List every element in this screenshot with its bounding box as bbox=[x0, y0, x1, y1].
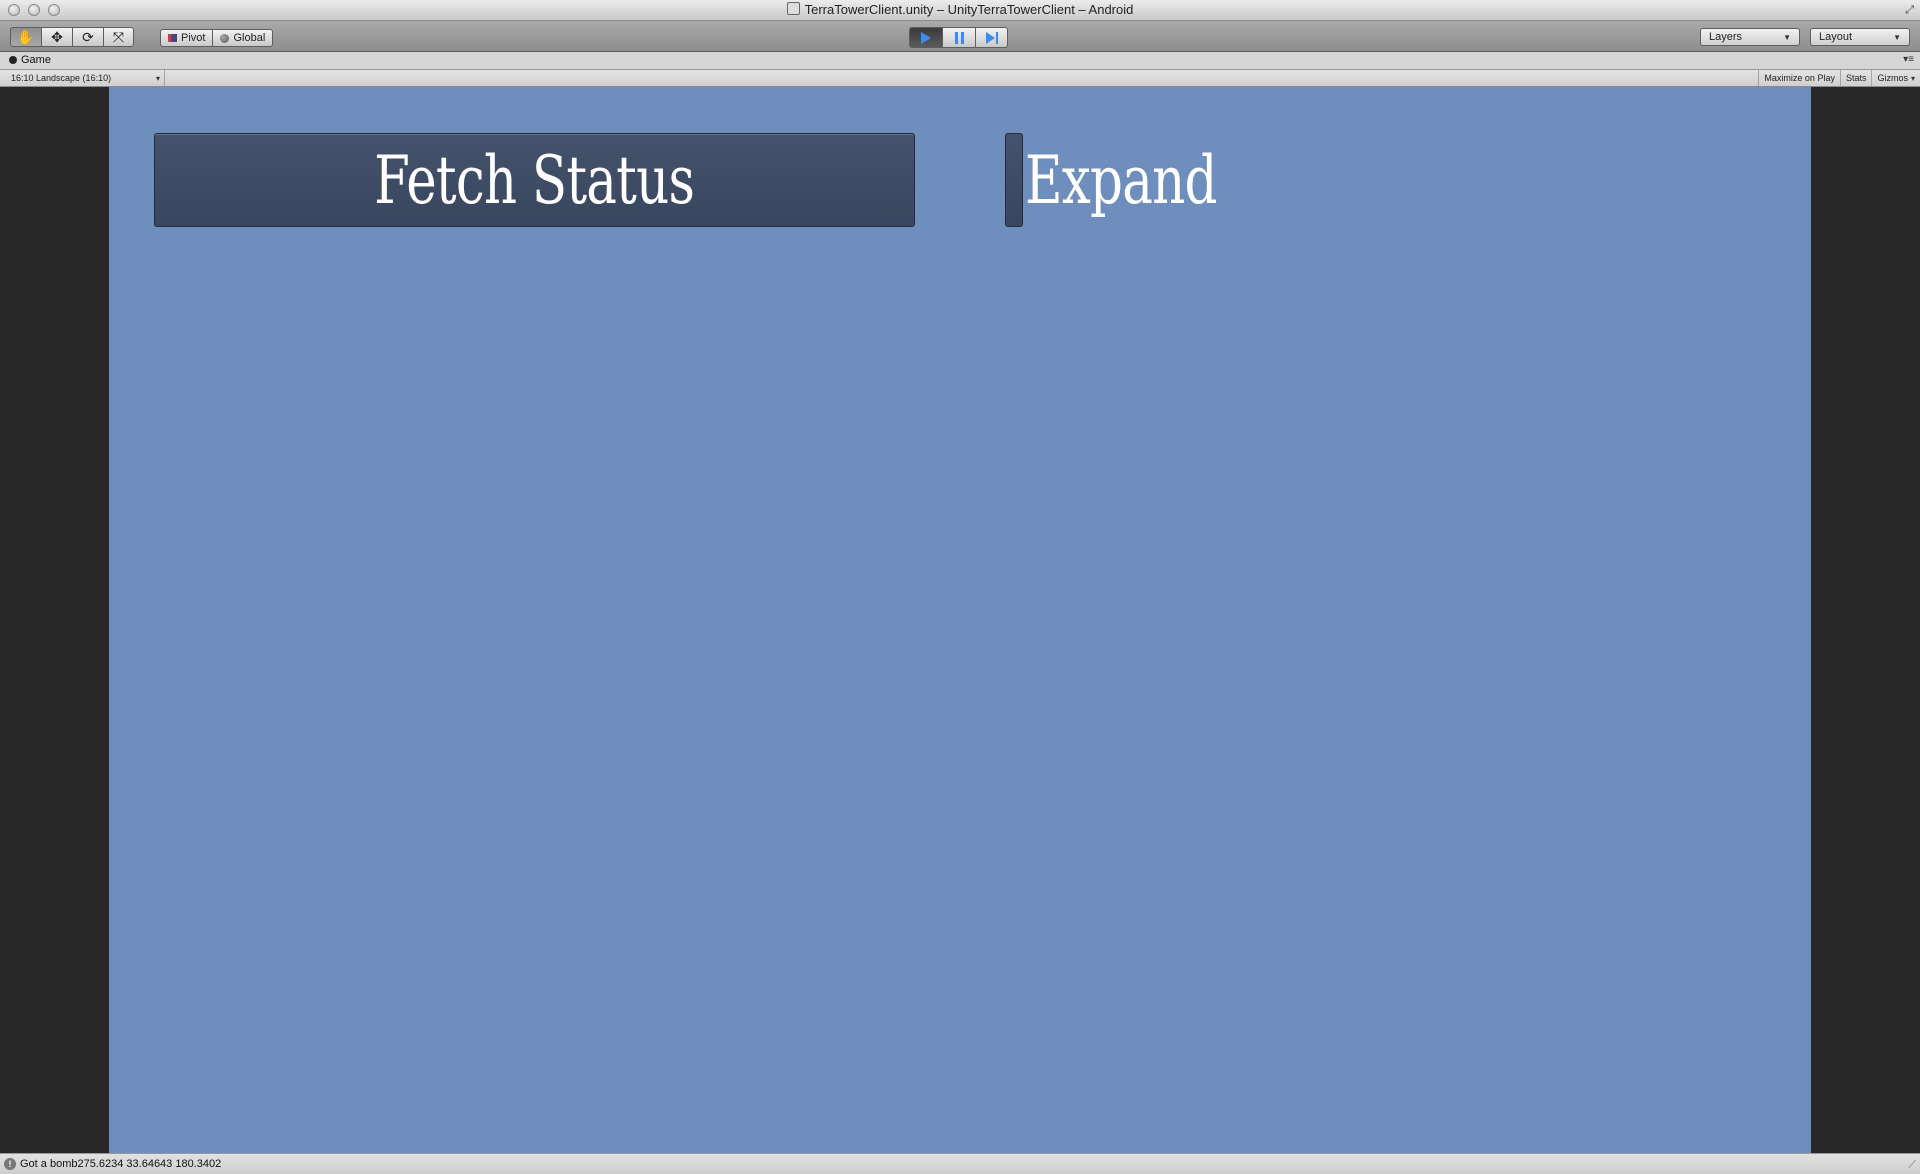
chevron-down-icon: ▼ bbox=[1893, 32, 1901, 42]
pause-button[interactable] bbox=[942, 27, 975, 48]
info-icon: ! bbox=[4, 1158, 16, 1170]
layers-dropdown[interactable]: Layers ▼ bbox=[1700, 28, 1800, 46]
pivot-toggle[interactable]: Pivot bbox=[160, 29, 213, 47]
title-bar: TerraTowerClient.unity – UnityTerraTower… bbox=[0, 0, 1920, 21]
aspect-ratio-label: 16:10 Landscape (16:10) bbox=[11, 73, 112, 83]
pivot-label: Pivot bbox=[181, 32, 206, 44]
game-view-toolbar: 16:10 Landscape (16:10) ▾ Maximize on Pl… bbox=[0, 70, 1920, 87]
hand-icon: ✋ bbox=[17, 28, 35, 45]
fullscreen-icon[interactable]: ⤢ bbox=[1905, 4, 1914, 17]
console-message[interactable]: Got a bomb275.6234 33.64643 180.3402 bbox=[20, 1158, 221, 1170]
fetch-status-label: Fetch Status bbox=[374, 141, 696, 219]
move-icon: ✥ bbox=[51, 28, 63, 45]
playback-controls bbox=[909, 27, 1008, 48]
aspect-ratio-dropdown[interactable]: 16:10 Landscape (16:10) ▾ bbox=[5, 70, 165, 86]
game-view-area: Fetch Status Expand bbox=[0, 87, 1920, 1153]
scale-tool-button[interactable]: ⤧ bbox=[103, 27, 134, 47]
global-icon bbox=[220, 33, 230, 43]
expand-toggle-group: Expand bbox=[1005, 133, 1271, 227]
game-tab-strip: Game ▾≡ bbox=[0, 52, 1920, 70]
unity-document-icon bbox=[786, 2, 800, 15]
play-button[interactable] bbox=[909, 27, 942, 48]
hand-tool-button[interactable]: ✋ bbox=[10, 27, 41, 47]
scale-icon: ⤧ bbox=[112, 28, 125, 45]
window-title-wrap: TerraTowerClient.unity – UnityTerraTower… bbox=[0, 2, 1920, 17]
fetch-status-button[interactable]: Fetch Status bbox=[154, 133, 915, 227]
move-tool-button[interactable]: ✥ bbox=[41, 27, 72, 47]
rotate-tool-button[interactable]: ⟳ bbox=[72, 27, 103, 47]
maximize-on-play-label: Maximize on Play bbox=[1764, 73, 1835, 83]
layout-dropdown[interactable]: Layout ▼ bbox=[1810, 28, 1910, 46]
chevron-down-icon[interactable]: ▾ bbox=[1911, 74, 1915, 83]
window-title: TerraTowerClient.unity – UnityTerraTower… bbox=[804, 2, 1134, 17]
maximize-on-play-toggle[interactable]: Maximize on Play bbox=[1758, 70, 1840, 86]
layout-label: Layout bbox=[1819, 31, 1853, 43]
chevron-down-icon: ▾ bbox=[155, 73, 160, 83]
chevron-down-icon: ▼ bbox=[1783, 32, 1791, 42]
tab-game[interactable]: Game bbox=[9, 54, 51, 66]
step-icon bbox=[985, 31, 998, 44]
pivot-icon bbox=[168, 34, 177, 42]
expand-label[interactable]: Expand bbox=[1025, 142, 1217, 219]
global-toggle[interactable]: Global bbox=[212, 29, 274, 47]
main-toolbar: ✋ ✥ ⟳ ⤧ Pivot Global Layers ▼ Layout ▼ bbox=[0, 21, 1920, 52]
play-icon bbox=[921, 31, 931, 44]
stats-toggle[interactable]: Stats bbox=[1839, 70, 1872, 86]
game-tab-icon bbox=[9, 56, 17, 64]
status-bar: ! Got a bomb275.6234 33.64643 180.3402 ⟋ bbox=[0, 1153, 1920, 1174]
gizmos-label: Gizmos bbox=[1877, 73, 1908, 83]
tab-game-label: Game bbox=[21, 54, 51, 66]
pivot-global-group: Pivot Global bbox=[160, 29, 274, 47]
stats-label: Stats bbox=[1845, 73, 1867, 83]
gizmos-toggle[interactable]: Gizmos ▾ bbox=[1871, 70, 1920, 86]
unity-editor-window: TerraTowerClient.unity – UnityTerraTower… bbox=[0, 0, 1920, 1174]
expand-toggle[interactable] bbox=[1005, 133, 1023, 227]
pause-icon bbox=[954, 31, 964, 44]
layers-label: Layers bbox=[1709, 31, 1743, 43]
tab-menu-icon[interactable]: ▾≡ bbox=[1903, 54, 1914, 65]
step-button[interactable] bbox=[975, 27, 1008, 48]
game-view-options: Maximize on Play Stats Gizmos ▾ bbox=[1758, 70, 1920, 86]
game-viewport: Fetch Status Expand bbox=[109, 87, 1811, 1153]
rotate-icon: ⟳ bbox=[82, 28, 94, 45]
resize-grip-icon[interactable]: ⟋ bbox=[1908, 1159, 1916, 1172]
global-label: Global bbox=[233, 32, 266, 44]
transform-tools: ✋ ✥ ⟳ ⤧ bbox=[10, 27, 134, 47]
